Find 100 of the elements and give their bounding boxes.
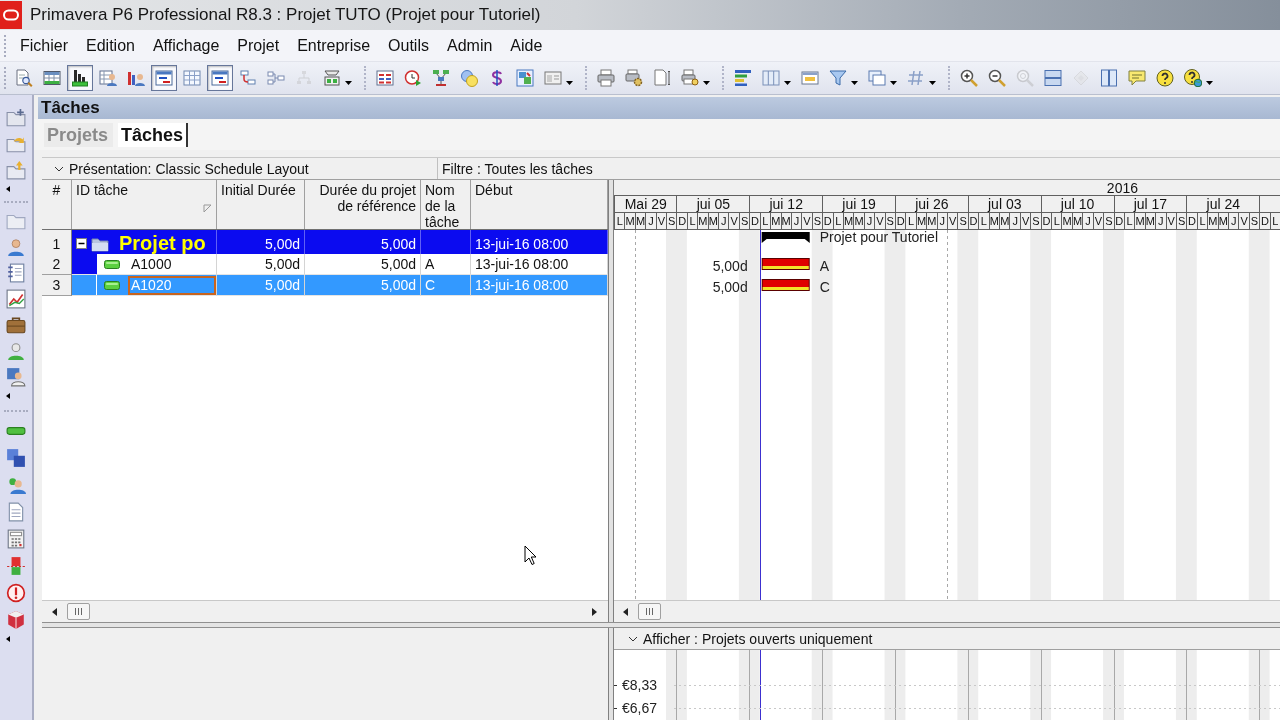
folder-star-icon[interactable] <box>6 160 26 180</box>
row-number: 2 <box>42 254 72 275</box>
person-screen-icon[interactable] <box>6 367 26 387</box>
timescale-day: M <box>1061 213 1072 229</box>
menu-item[interactable]: Affichage <box>143 33 229 58</box>
picture-frame-icon <box>516 69 534 87</box>
table-cell: 13-jui-16 08:00 <box>471 275 608 296</box>
line-chart-icon[interactable] <box>6 289 26 309</box>
caret-icon[interactable] <box>345 81 352 85</box>
caret-icon[interactable] <box>1206 81 1213 85</box>
menu-item[interactable]: Outils <box>379 33 438 58</box>
menu-item[interactable]: Edition <box>77 33 144 58</box>
timescale-week: jui 12 <box>749 196 823 212</box>
timescale-day: L <box>614 213 625 229</box>
menu-item[interactable]: Aide <box>501 33 552 58</box>
timescale-day: L <box>978 213 989 229</box>
chevron-down-icon[interactable] <box>628 635 638 642</box>
calculator-icon[interactable] <box>6 528 26 549</box>
timescale-week: jui 19 <box>822 196 895 212</box>
timescale-day: D <box>967 213 979 229</box>
caret-icon[interactable] <box>929 81 936 85</box>
split-bar-icon[interactable] <box>6 555 26 576</box>
timescale-day: S <box>1030 213 1041 229</box>
chevron-down-icon[interactable] <box>54 165 64 172</box>
caret-icon[interactable] <box>6 186 10 192</box>
timescale-day: S <box>884 213 895 229</box>
squares-icon[interactable] <box>6 447 26 468</box>
caret-icon[interactable] <box>784 81 791 85</box>
timescale-day: J <box>863 213 875 229</box>
notebook-icon[interactable] <box>6 263 26 283</box>
person-icon[interactable] <box>6 237 26 257</box>
zoom-in-icon <box>960 69 978 87</box>
layers-icon <box>323 69 341 87</box>
horizontal-scrollbar[interactable] <box>614 600 1280 622</box>
layout-label[interactable]: Présentation: Classic Schedule Layout <box>69 160 309 177</box>
scroll-right-icon[interactable] <box>592 607 597 616</box>
speech-bubble-icon <box>1128 69 1146 87</box>
folder-plus-icon[interactable] <box>6 108 26 128</box>
column-header[interactable]: # <box>42 180 72 229</box>
timescale-day: L <box>759 213 771 229</box>
menu-item[interactable]: Admin <box>438 33 502 58</box>
timescale-day: V <box>1165 213 1176 229</box>
gantt-button[interactable] <box>151 65 177 91</box>
task-id: A1020 <box>128 275 216 295</box>
cube-icon[interactable] <box>6 609 26 630</box>
timescale-day: J <box>1009 213 1020 229</box>
bar-label: A <box>819 258 830 274</box>
collapse-icon[interactable] <box>76 238 87 249</box>
axis-label: €8,33 <box>622 677 658 693</box>
help-icon <box>1156 69 1174 87</box>
warning-icon[interactable] <box>6 582 26 603</box>
timescale-day: M <box>1217 213 1228 229</box>
horizontal-scrollbar[interactable] <box>42 600 608 622</box>
menu-item[interactable]: Fichier <box>11 33 77 58</box>
task-bar[interactable] <box>761 279 810 291</box>
help-globe-icon <box>1184 69 1202 87</box>
timescale-day: S <box>811 213 823 229</box>
grid-icon <box>183 69 201 87</box>
timescale-week: jui 05 <box>676 196 750 212</box>
scroll-left-icon[interactable] <box>623 607 628 616</box>
caret-icon[interactable] <box>890 81 897 85</box>
timescale-day: V <box>801 213 812 229</box>
table-row[interactable]: 3 A1020 5,00d 5,00d C 13-jui-16 08:00 <box>42 275 608 296</box>
hierarchy-icon <box>295 69 313 87</box>
column-header[interactable]: ID tâche <box>72 180 217 229</box>
caret-icon[interactable] <box>851 81 858 85</box>
bar-chart-button[interactable] <box>67 65 93 91</box>
scroll-left-icon[interactable] <box>52 607 57 616</box>
timescale-day: M <box>780 213 791 229</box>
document-icon[interactable] <box>6 501 26 522</box>
tab[interactable]: Tâches <box>118 123 189 147</box>
menu-item[interactable]: Projet <box>228 33 289 58</box>
caret-icon[interactable] <box>6 636 10 642</box>
task-bar[interactable] <box>761 258 810 270</box>
timescale-day: D <box>1113 213 1124 229</box>
two-columns-icon <box>1100 69 1118 87</box>
printer-gear-icon <box>625 69 643 87</box>
timescale-day: S <box>1103 213 1114 229</box>
briefcase-icon[interactable] <box>6 315 26 335</box>
horizontal-bars-icon <box>734 69 752 87</box>
bar-label: Projet pour Tutoriel <box>819 230 938 245</box>
timescale-week: jul 17 <box>1113 196 1187 212</box>
timescale-day: M <box>926 213 937 229</box>
filter-label[interactable]: Filtre : Toutes les tâches <box>442 160 593 177</box>
summary-bar[interactable] <box>761 232 810 243</box>
table-row[interactable]: 2 A1000 5,00d 5,00d A 13-jui-16 08:00 <box>42 254 608 275</box>
column-header[interactable]: Initial Durée <box>217 180 305 229</box>
caret-icon[interactable] <box>703 81 710 85</box>
zoom-out-icon <box>988 69 1006 87</box>
caret-icon[interactable] <box>6 393 10 399</box>
scrollbar-thumb[interactable] <box>67 603 90 620</box>
timescale-day: L <box>905 213 916 229</box>
scrollbar-thumb[interactable] <box>638 603 661 620</box>
gantt-button[interactable] <box>207 65 233 91</box>
column-header[interactable]: Durée du projet de référence <box>305 180 421 229</box>
caret-icon[interactable] <box>566 81 573 85</box>
timescale-day: M <box>842 213 854 229</box>
timescale-day: J <box>1155 213 1166 229</box>
column-header[interactable]: Nom de la tâche <box>421 180 471 229</box>
menu-item[interactable]: Entreprise <box>288 33 380 58</box>
